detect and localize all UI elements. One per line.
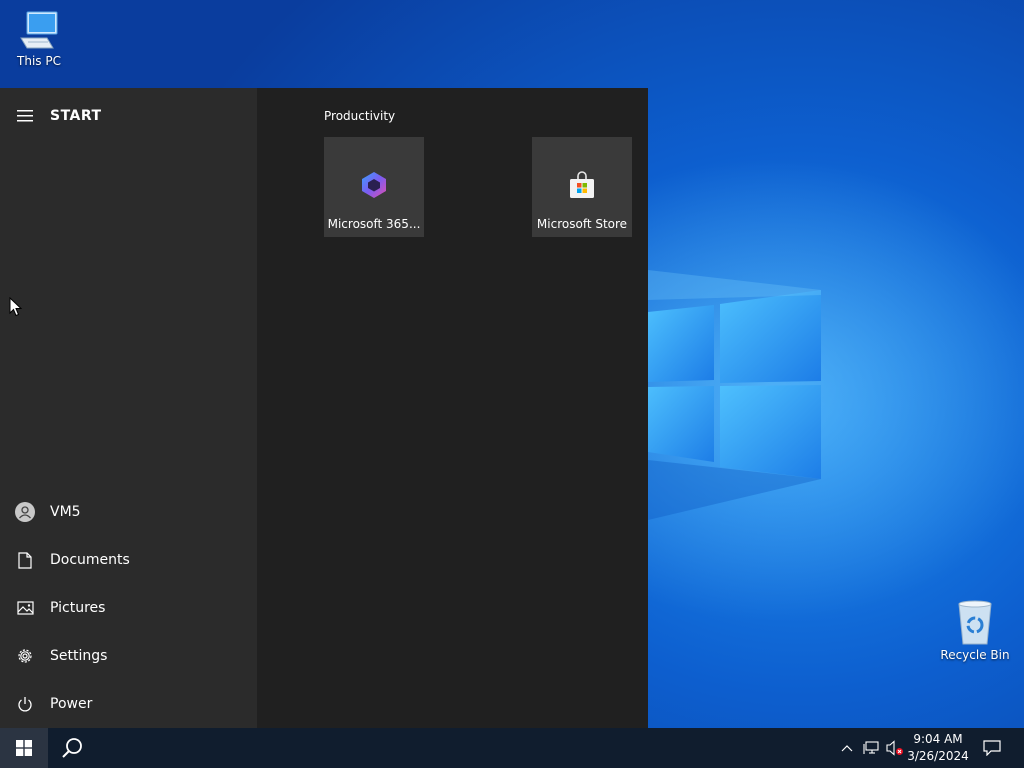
taskbar-clock[interactable]: 9:04 AM 3/26/2024 — [904, 731, 972, 765]
start-title: START — [50, 108, 102, 124]
volume-muted-icon — [886, 740, 903, 756]
desktop-icon-label: Recycle Bin — [940, 648, 1010, 662]
action-center-button[interactable] — [978, 728, 1006, 768]
tile-microsoft-365[interactable]: Microsoft 365... — [324, 137, 424, 237]
network-icon — [863, 741, 879, 754]
hamburger-icon — [17, 110, 33, 122]
volume-button[interactable] — [884, 728, 906, 768]
power-label: Power — [50, 696, 93, 712]
tile-microsoft-store[interactable]: Microsoft Store — [532, 137, 632, 237]
start-nav-pictures[interactable]: Pictures — [0, 586, 257, 630]
search-button[interactable] — [48, 728, 96, 768]
windows-logo-icon — [16, 740, 32, 756]
desktop-icon-recycle-bin[interactable]: Recycle Bin — [937, 600, 1013, 662]
power-icon — [18, 696, 32, 711]
start-button[interactable] — [0, 728, 48, 768]
start-menu: START VM5 Documents Pictures Settings Po… — [0, 88, 648, 728]
settings-label: Settings — [50, 648, 108, 664]
notification-icon — [983, 740, 1001, 756]
chevron-up-icon — [841, 745, 853, 752]
desktop-icon-this-pc[interactable]: This PC — [1, 8, 77, 68]
document-icon — [18, 551, 32, 569]
start-menu-sidebar: START VM5 Documents Pictures Settings Po… — [0, 88, 257, 728]
documents-label: Documents — [50, 552, 130, 568]
pictures-label: Pictures — [50, 600, 106, 616]
start-nav-settings[interactable]: Settings — [0, 634, 257, 678]
search-icon — [62, 738, 82, 758]
show-hidden-icons-button[interactable] — [836, 728, 858, 768]
tile-label: Microsoft 365... — [327, 217, 421, 231]
recycle-bin-icon — [958, 600, 992, 645]
computer-icon — [20, 11, 58, 49]
network-button[interactable] — [860, 728, 882, 768]
pictures-icon — [16, 601, 34, 615]
microsoft-365-icon — [362, 172, 386, 198]
store-bag-icon — [570, 171, 594, 198]
taskbar: 9:04 AM 3/26/2024 — [0, 728, 1024, 768]
mouse-cursor-icon — [9, 297, 23, 317]
hamburger-menu-button[interactable] — [0, 100, 50, 132]
start-nav-user[interactable]: VM5 — [0, 490, 257, 534]
user-avatar-icon — [15, 502, 35, 522]
user-name: VM5 — [50, 504, 81, 520]
start-header: START — [0, 100, 257, 132]
tile-label: Microsoft Store — [536, 217, 628, 231]
desktop-icon-label: This PC — [17, 54, 61, 68]
start-nav-documents[interactable]: Documents — [0, 538, 257, 582]
clock-time: 9:04 AM — [913, 732, 963, 746]
clock-date: 3/26/2024 — [907, 749, 969, 763]
start-nav-power[interactable]: Power — [0, 682, 257, 726]
gear-icon — [18, 649, 32, 663]
tile-group-label[interactable]: Productivity — [324, 109, 395, 123]
